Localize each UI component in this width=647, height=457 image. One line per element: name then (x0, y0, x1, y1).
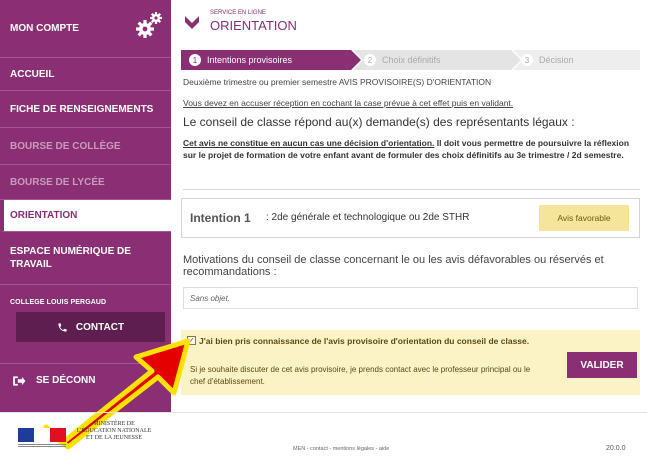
sidebar-item-accueil[interactable]: ACCUEIL (0, 58, 171, 91)
footer-links[interactable]: MEN - contact - mentions légales - aide (293, 446, 389, 452)
step-number: 2 (364, 54, 376, 66)
service-subtitle: SERVICE EN LIGNE (210, 10, 266, 16)
warning-text: Cet avis ne constitue en aucun cas une d… (183, 137, 643, 161)
instruction-text: Vous devez en accuser réception en cocha… (183, 98, 514, 108)
step-1: 1 Intentions provisoires (189, 50, 292, 70)
sidebar-item-label: BOURSE DE COLLÈGE (10, 140, 121, 152)
sidebar-item-label: ACCUEIL (10, 68, 55, 80)
acknowledge-note: Si je souhaite discuter de cet avis prov… (190, 365, 531, 386)
step-number: 3 (521, 54, 533, 66)
step-label: Décision (539, 55, 574, 65)
acknowledge-label[interactable]: J'ai bien pris connaissance de l'avis pr… (199, 335, 549, 347)
logout-icon (13, 375, 26, 386)
sidebar-item-bourse-college[interactable]: BOURSE DE COLLÈGE (0, 128, 171, 165)
gear-icon[interactable] (134, 10, 164, 40)
footer-divider (0, 412, 647, 413)
section-heading: Le conseil de classe répond au(x) demand… (183, 115, 575, 129)
validate-button[interactable]: VALIDER (567, 352, 637, 378)
intention-row: Intention 1 : 2de générale et technologi… (181, 198, 640, 238)
motivations-field: Sans objet. (183, 287, 638, 309)
sidebar-item-label: MON COMPTE (10, 23, 79, 34)
motivations-label: Motivations du conseil de classe concern… (183, 254, 604, 278)
warning-underlined: Cet avis ne constitue en aucun cas une d… (183, 138, 435, 148)
sidebar-item-label: ORIENTATION (10, 210, 78, 221)
intention-text: : 2de générale et technologique ou 2de S… (266, 212, 470, 223)
contact-label: CONTACT (75, 321, 125, 333)
intention-number: 1 (244, 211, 251, 225)
service-logo-icon (185, 16, 199, 29)
sidebar-item-label: FICHE DE RENSEIGNEMENTS (10, 103, 154, 115)
sidebar-item-orientation[interactable]: ORIENTATION (0, 200, 171, 232)
period-text: Deuxième trimestre ou premier semestre A… (183, 77, 492, 87)
sidebar-item-bourse-lycee[interactable]: BOURSE DE LYCÉE (0, 165, 171, 200)
intention-word: Intention (190, 211, 241, 225)
step-label: Intentions provisoires (207, 55, 293, 65)
divider (183, 189, 640, 190)
college-name: COLLEGE LOUIS PERGAUD (10, 299, 107, 306)
intention-label: Intention 1 (190, 211, 251, 225)
phone-icon (58, 322, 67, 332)
sidebar-item-fiche-renseignements[interactable]: FICHE DE RENSEIGNEMENTS (0, 91, 171, 128)
page-title: ORIENTATION (210, 18, 297, 33)
republique-flag-logo (18, 428, 66, 447)
version-number: 20.0.0 (606, 445, 626, 452)
step-number: 1 (189, 54, 201, 66)
step-label: Choix définitifs (382, 55, 441, 65)
sidebar-item-label: ESPACE NUMÉRIQUE DE TRAVAIL (10, 246, 131, 270)
acknowledgement-box: ✓ J'ai bien pris connaissance de l'avis … (181, 330, 640, 395)
sidebar-item-label: BOURSE DE LYCÉE (10, 176, 105, 188)
step-2: 2 Choix définitifs (364, 50, 441, 70)
avis-badge: Avis favorable (539, 205, 629, 231)
ministry-logo-text: MINISTÈRE DE L'ÉDUCATION NATIONALE ET DE… (76, 421, 152, 441)
sidebar-item-espace-numerique[interactable]: ESPACE NUMÉRIQUE DE TRAVAIL (0, 232, 171, 285)
step-3: 3 Décision (521, 50, 574, 70)
